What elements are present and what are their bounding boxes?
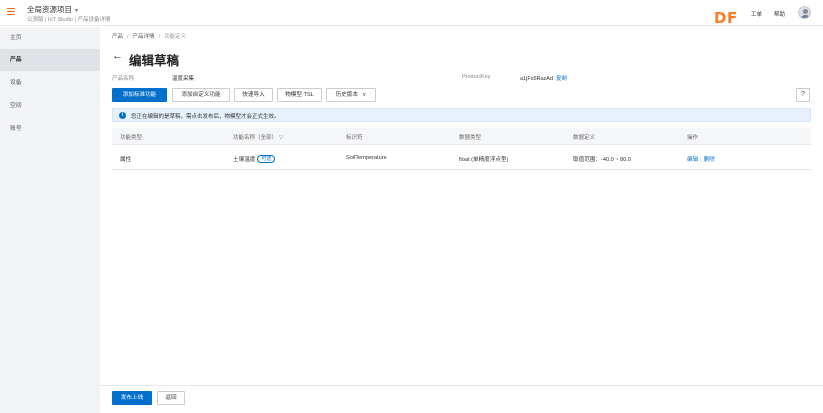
model-tsl-button[interactable]: 物模型 TSL [277, 88, 322, 102]
table-header: 功能类型 功能名称（全部） ▽ 标识符 数据类型 数据定义 操作 [112, 128, 811, 145]
top-bar: 全局资源项目 ▼ 公测版 | IoT Studio | 产品设备详情 DF 工单 … [0, 0, 823, 27]
cell-function-type: 属性 [120, 157, 132, 163]
delete-link[interactable]: 删除 [704, 157, 715, 163]
sidebar-item-spaces[interactable]: 空间 [0, 95, 100, 117]
header-data-type: 数据类型 [459, 135, 482, 141]
cell-data-type: float (单精度浮点型) [459, 157, 509, 163]
copy-link[interactable]: 复制 [556, 76, 567, 82]
sidebar-item-home[interactable]: 主页 [0, 27, 100, 49]
project-subtitle: 公测版 | IoT Studio | 产品设备详情 [27, 17, 111, 23]
project-title: 全局资源项目 [27, 5, 72, 14]
header-function-name[interactable]: 功能名称（全部） ▽ [233, 133, 283, 141]
header-operations: 操作 [687, 135, 699, 141]
cell-function-name: 土壤温度 可选 [233, 154, 276, 164]
draft-notice: i 您正在编辑的是草稿，需点击发布后，物模型才会正式生效。 [112, 108, 811, 122]
table-row: 属性 土壤温度 可选 SoilTemperature float (单精度浮点型)… [112, 146, 811, 170]
history-version-dropdown[interactable]: 历史版本 ∨ [326, 88, 376, 102]
caret-down-icon: ▼ [74, 8, 79, 14]
product-key-field: a1jFs5RazAd 复制 [520, 74, 567, 82]
sidebar-item-products[interactable]: 产品 [0, 49, 100, 71]
header-function-type: 功能类型 [120, 135, 143, 141]
product-key-label: ProductKey [462, 74, 491, 80]
notice-text: 您正在编辑的是草稿，需点击发布后，物模型才会正式生效。 [131, 114, 280, 120]
optional-tag: 可选 [257, 154, 276, 163]
product-name-value: 温度采集 [172, 76, 195, 82]
edit-link[interactable]: 编辑 [687, 157, 698, 163]
breadcrumb-current: 功能定义 [164, 34, 187, 40]
hamburger-menu-icon[interactable] [7, 8, 15, 16]
history-version-label: 历史版本 [335, 92, 358, 98]
product-name-label: 产品名称 [112, 76, 135, 82]
help-button[interactable]: ? [796, 88, 810, 102]
sidebar-item-devices[interactable]: 设备 [0, 72, 100, 94]
footer-bar: 发布上线 返回 [100, 385, 823, 413]
main-content: 产品 / 产品详情 / 功能定义 ← 编辑草稿 产品名称 温度采集 ProductKey… [100, 27, 823, 413]
quick-import-button[interactable]: 快速导入 [234, 88, 273, 102]
df-logo: DF [714, 9, 738, 27]
sidebar: 主页 产品 设备 空间 账号 [0, 27, 100, 413]
breadcrumb: 产品 / 产品详情 / 功能定义 [112, 34, 187, 40]
breadcrumb-product-detail[interactable]: 产品详情 [133, 34, 155, 40]
info-icon: i [119, 112, 126, 119]
page-title: 编辑草稿 [129, 54, 180, 68]
help-link[interactable]: 帮助 [774, 10, 785, 18]
return-button[interactable]: 返回 [157, 391, 185, 405]
cell-data-definition: 取值范围：-40.0 ~ 80.0 [573, 157, 631, 163]
back-arrow-icon[interactable]: ← [112, 51, 123, 62]
project-switcher[interactable]: 全局资源项目 ▼ [27, 4, 79, 15]
header-identifier: 标识符 [346, 135, 363, 141]
sidebar-item-account[interactable]: 账号 [0, 118, 100, 140]
add-custom-function-button[interactable]: 添加自定义功能 [172, 88, 230, 102]
publish-button[interactable]: 发布上线 [112, 391, 152, 405]
header-data-definition: 数据定义 [573, 135, 596, 141]
cell-identifier: SoilTemperature [346, 155, 387, 161]
filter-icon[interactable]: ▽ [279, 135, 283, 141]
add-standard-function-button[interactable]: 添加标准功能 [112, 88, 167, 102]
product-key-value: a1jFs5RazAd [520, 76, 554, 82]
tickets-link[interactable]: 工单 [751, 10, 762, 18]
user-avatar[interactable] [798, 6, 811, 19]
chevron-down-icon: ∨ [361, 92, 367, 98]
breadcrumb-products[interactable]: 产品 [112, 34, 123, 40]
cell-operations: 编辑 | 删除 [687, 157, 715, 163]
